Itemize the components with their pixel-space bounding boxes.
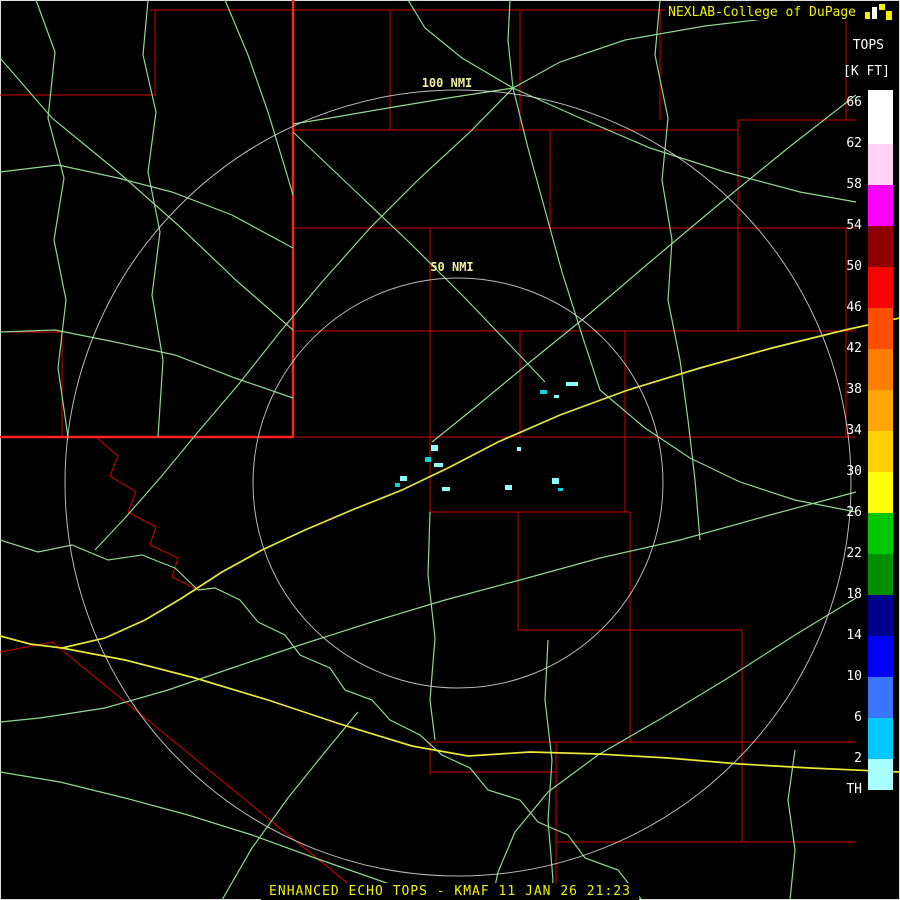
- legend-band: [868, 759, 893, 790]
- legend-tick-label: 46: [846, 300, 862, 315]
- legend-tick-label: 42: [846, 341, 862, 356]
- legend-band: [868, 226, 893, 267]
- echo-cell: [558, 488, 563, 491]
- legend-band: [868, 554, 893, 595]
- legend-band: [868, 677, 893, 718]
- legend-band: [868, 144, 893, 185]
- legend-tick-label: 14: [846, 628, 862, 643]
- legend-tick-label: 58: [846, 177, 862, 192]
- legend-band: [868, 390, 893, 431]
- legend-tick-label: 62: [846, 136, 862, 151]
- legend-colorbar: [868, 90, 893, 800]
- legend-tick-label: 34: [846, 423, 862, 438]
- legend-tick-label: 54: [846, 218, 862, 233]
- legend-tick-label: 66: [846, 95, 862, 110]
- legend-band: [868, 185, 893, 226]
- legend-tick-label: 22: [846, 546, 862, 561]
- highways-layer: [0, 317, 900, 773]
- roads-rivers-layer: [0, 0, 857, 900]
- legend-band: [868, 790, 893, 800]
- echo-cell: [395, 483, 400, 487]
- legend-band: [868, 90, 893, 144]
- range-ring-label-100: 100 NMI: [422, 76, 473, 90]
- echo-cell: [434, 463, 443, 467]
- legend-band: [868, 308, 893, 349]
- legend-tick-label: 50: [846, 259, 862, 274]
- range-ring-50: [252, 277, 664, 689]
- legend-band: [868, 595, 893, 636]
- echo-cell: [400, 476, 407, 481]
- status-text: ENHANCED ECHO TOPS - KMAF 11 JAN 26 21:2…: [261, 883, 639, 900]
- echo-cell: [540, 390, 547, 394]
- legend-tick-label: 38: [846, 382, 862, 397]
- echo-cell: [431, 445, 438, 451]
- legend-band: [868, 267, 893, 308]
- radar-map: 50 NMI 100 NMI: [0, 0, 900, 900]
- cod-logo-icon: [865, 4, 892, 20]
- echo-cell: [517, 447, 521, 451]
- legend-tick-label: 2: [854, 751, 862, 766]
- status-bar: ENHANCED ECHO TOPS - KMAF 11 JAN 26 21:2…: [0, 880, 900, 900]
- legend-band: [868, 513, 893, 554]
- county-borders-layer: [0, 9, 856, 900]
- echo-cell: [552, 478, 559, 484]
- range-ring-label-50: 50 NMI: [430, 260, 473, 274]
- legend-tick-label: 18: [846, 587, 862, 602]
- legend-tick-label: 30: [846, 464, 862, 479]
- echo-cell: [554, 395, 559, 398]
- echo-cell: [425, 457, 431, 462]
- legend-band: [868, 718, 893, 759]
- legend-band: [868, 636, 893, 677]
- legend-title: TOPS: [852, 38, 884, 53]
- echo-cell: [566, 382, 578, 386]
- legend-tick-label: TH: [846, 782, 862, 797]
- legend-tick-label: 6: [854, 710, 862, 725]
- legend-band: [868, 431, 893, 472]
- provider-title: NEXLAB-College of DuPage: [666, 5, 858, 20]
- echo-cell: [505, 485, 512, 490]
- legend-units: [K FT]: [843, 64, 890, 79]
- legend-tick-label: 26: [846, 505, 862, 520]
- legend-band: [868, 472, 893, 513]
- legend-band: [868, 349, 893, 390]
- range-ring-100: [64, 89, 852, 877]
- legend-tick-label: 10: [846, 669, 862, 684]
- radar-display: 50 NMI 100 NMI NEXLAB-College of DuPage …: [0, 0, 900, 900]
- echo-cell: [442, 487, 450, 491]
